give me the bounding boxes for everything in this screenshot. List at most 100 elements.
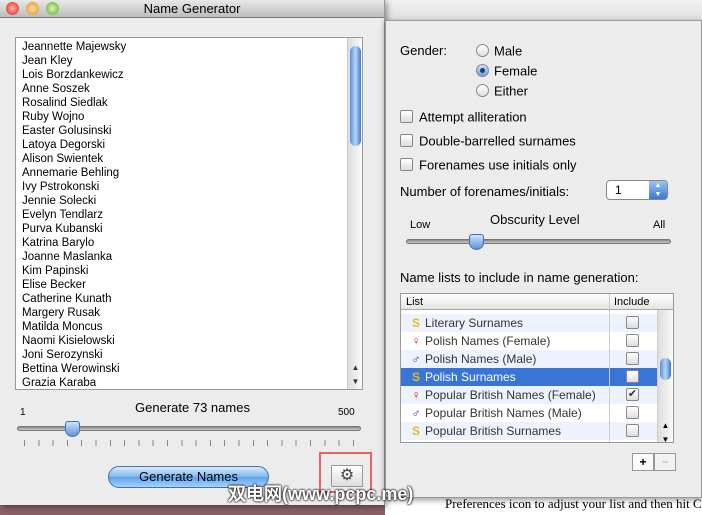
count-slider-thumb[interactable] bbox=[64, 421, 80, 437]
name-lists-table[interactable]: List Include S Literary Surnames ♀ Polish N… bbox=[400, 293, 674, 443]
checkbox-label: Forenames use initials only bbox=[419, 157, 577, 173]
obscurity-slider-thumb[interactable] bbox=[468, 234, 484, 250]
table-row[interactable]: S Literary Surnames bbox=[401, 314, 673, 332]
name-list-item[interactable]: Alison Swientek bbox=[16, 152, 362, 166]
forenames-label: Number of forenames/initials: bbox=[400, 184, 570, 199]
name-list-item[interactable]: Jeannette Majewsky bbox=[16, 40, 362, 54]
include-checkbox[interactable] bbox=[626, 352, 639, 365]
include-checkbox[interactable]: ✔ bbox=[626, 370, 639, 383]
lists-label: Name lists to include in name generation… bbox=[400, 270, 639, 285]
list-name: Literary Surnames bbox=[425, 316, 524, 330]
radio-label: Male bbox=[494, 43, 523, 59]
zoom-button[interactable] bbox=[46, 2, 59, 15]
slider-min-label: 1 bbox=[20, 407, 26, 418]
forenames-value: 1 bbox=[615, 183, 622, 197]
list-name: Polish Names (Male) bbox=[425, 352, 537, 366]
list-name: Polish Surnames bbox=[425, 370, 516, 384]
radio-label: Either bbox=[494, 83, 528, 99]
name-list-item[interactable]: Jean Kley bbox=[16, 54, 362, 68]
table-row[interactable]: S Polish Surnames ✔ bbox=[401, 368, 673, 386]
forenames-stepper[interactable]: 1 ▲ ▼ bbox=[606, 180, 668, 200]
name-list-item[interactable]: Catherine Kunath bbox=[16, 292, 362, 306]
male-list-icon: ♂ bbox=[411, 406, 421, 420]
names-scrollbar[interactable]: ▲ ▼ bbox=[347, 38, 362, 389]
alliteration-checkbox[interactable]: Attempt alliteration bbox=[400, 109, 527, 124]
name-list-item[interactable]: Katrina Barylo bbox=[16, 236, 362, 250]
table-row[interactable]: ♀ Polish Names (Female) bbox=[401, 332, 673, 350]
list-name: Popular British Names (Female) bbox=[425, 388, 596, 402]
male-list-icon: ♂ bbox=[411, 352, 421, 366]
table-row[interactable]: S Popular British Surnames bbox=[401, 422, 673, 440]
surname-list-icon: S bbox=[411, 370, 420, 384]
preferences-panel: Gender: Male Female Either Attempt allit… bbox=[385, 20, 702, 498]
female-list-icon: ♀ bbox=[411, 388, 421, 402]
surname-list-icon: S bbox=[411, 316, 420, 330]
name-list-item[interactable]: Naomi Kisielowski bbox=[16, 334, 362, 348]
name-list-item[interactable]: Anne Soszek bbox=[16, 82, 362, 96]
name-list-item[interactable]: Ivy Pstrokonski bbox=[16, 180, 362, 194]
name-list-item[interactable]: Matilda Moncus bbox=[16, 320, 362, 334]
obscurity-low-label: Low bbox=[410, 219, 431, 231]
table-row[interactable]: ♀ Popular British Names (Female) ✔ bbox=[401, 386, 673, 404]
scroll-thumb[interactable] bbox=[350, 46, 361, 146]
obscurity-title: Obscurity Level bbox=[490, 212, 580, 227]
name-list-item[interactable]: Grazia Karaba bbox=[16, 376, 362, 389]
name-list-item[interactable]: Jennie Solecki bbox=[16, 194, 362, 208]
include-checkbox[interactable] bbox=[626, 316, 639, 329]
name-list-item[interactable]: Kim Papinski bbox=[16, 264, 362, 278]
scroll-up-arrow[interactable]: ▲ bbox=[348, 361, 362, 375]
include-checkbox[interactable] bbox=[626, 424, 639, 437]
names-list[interactable]: Jeannette Majewsky Jean Kley Lois Borzdank… bbox=[15, 37, 363, 390]
list-name: Polish Names (Female) bbox=[425, 334, 551, 348]
scroll-up-arrow[interactable]: ▲ bbox=[658, 421, 673, 430]
name-list-item[interactable]: Rosalind Siedlak bbox=[16, 96, 362, 110]
name-list-item[interactable]: Elise Becker bbox=[16, 278, 362, 292]
window-title: Name Generator bbox=[143, 1, 241, 16]
list-name: Popular British Names (Male) bbox=[425, 406, 582, 420]
checkbox-label: Attempt alliteration bbox=[419, 109, 527, 125]
close-button[interactable] bbox=[6, 2, 19, 15]
background-document-text: Preferences icon to adjust your list and… bbox=[385, 495, 702, 515]
column-header-include[interactable]: Include bbox=[614, 294, 649, 310]
name-generator-window: Name Generator Jeannette Majewsky Jean Kl… bbox=[0, 0, 385, 505]
surname-list-icon: S bbox=[411, 424, 420, 438]
scroll-down-arrow[interactable]: ▼ bbox=[348, 375, 362, 389]
name-list-item[interactable]: Evelyn Tendlarz bbox=[16, 208, 362, 222]
add-list-button[interactable]: + bbox=[632, 453, 654, 471]
scroll-down-arrow[interactable]: ▼ bbox=[658, 435, 673, 442]
scroll-thumb[interactable] bbox=[660, 358, 671, 380]
obscurity-slider-track[interactable] bbox=[406, 239, 671, 244]
lists-scrollbar[interactable]: ▲ ▼ bbox=[657, 310, 673, 442]
table-row[interactable]: ♂ Polish Names (Male) bbox=[401, 350, 673, 368]
include-checkbox[interactable]: ✔ bbox=[626, 388, 639, 401]
female-list-icon: ♀ bbox=[411, 334, 421, 348]
watermark: 双电网(www.pcpc.me) bbox=[228, 484, 414, 504]
name-list-item[interactable]: Ruby Wojno bbox=[16, 110, 362, 124]
name-list-item[interactable]: Joanne Maslanka bbox=[16, 250, 362, 264]
minimize-button[interactable] bbox=[26, 2, 39, 15]
name-list-item[interactable]: Lois Borzdankewicz bbox=[16, 68, 362, 82]
gender-label: Gender: bbox=[400, 43, 447, 58]
double-barrelled-checkbox[interactable]: Double-barrelled surnames bbox=[400, 133, 576, 148]
name-list-item[interactable]: Latoya Degorski bbox=[16, 138, 362, 152]
count-slider-ticks bbox=[24, 440, 357, 446]
name-list-item[interactable]: Margery Rusak bbox=[16, 306, 362, 320]
include-checkbox[interactable] bbox=[626, 406, 639, 419]
checkbox-label: Double-barrelled surnames bbox=[419, 133, 576, 149]
name-list-item[interactable]: Annemarie Behling bbox=[16, 166, 362, 180]
remove-list-button[interactable]: − bbox=[654, 453, 676, 471]
name-list-item[interactable]: Purva Kubanski bbox=[16, 222, 362, 236]
gender-radio-female[interactable]: Female bbox=[476, 63, 537, 78]
table-row[interactable]: ♂ Popular British Names (Male) bbox=[401, 404, 673, 422]
initials-only-checkbox[interactable]: Forenames use initials only bbox=[400, 157, 577, 172]
stepper-arrows-icon[interactable]: ▲ ▼ bbox=[649, 181, 667, 199]
gender-radio-either[interactable]: Either bbox=[476, 83, 528, 98]
table-header: List Include bbox=[401, 294, 673, 310]
name-list-item[interactable]: Bettina Werowinski bbox=[16, 362, 362, 376]
gender-radio-male[interactable]: Male bbox=[476, 43, 522, 58]
name-list-item[interactable]: Easter Golusinski bbox=[16, 124, 362, 138]
name-list-item[interactable]: Joni Serozynski bbox=[16, 348, 362, 362]
column-header-list[interactable]: List bbox=[406, 294, 423, 310]
include-checkbox[interactable] bbox=[626, 334, 639, 347]
obscurity-high-label: All bbox=[653, 219, 666, 231]
